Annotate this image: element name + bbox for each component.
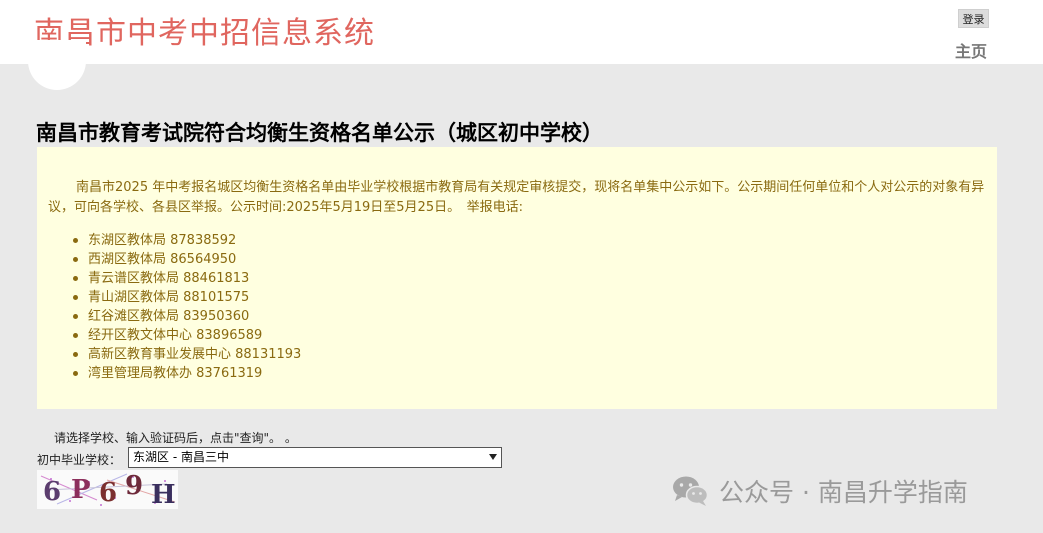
- school-select[interactable]: 东湖区 - 南昌三中: [128, 447, 502, 468]
- page-title: 南昌市教育考试院符合均衡生资格名单公示（城区初中学校）: [36, 121, 603, 145]
- phone-entry: 西湖区教体局 86564950: [88, 252, 237, 267]
- watermark-text: 公众号 · 南昌升学指南: [719, 478, 968, 507]
- login-button[interactable]: 登录: [958, 9, 989, 28]
- phone-entry: 东湖区教体局 87838592: [88, 233, 237, 248]
- captcha-image[interactable]: 6 P 6 9 H: [37, 470, 178, 509]
- list-item: 经开区教文体中心 83896589: [73, 326, 301, 345]
- chevron-down-icon: [489, 454, 497, 460]
- bullet-icon: [73, 314, 78, 319]
- watermark: 公众号 · 南昌升学指南: [671, 473, 968, 509]
- phone-entry: 湾里管理局教体办 83761319: [88, 366, 263, 381]
- phone-entry: 青云谱区教体局 88461813: [88, 271, 250, 286]
- bullet-icon: [73, 352, 78, 357]
- bullet-icon: [73, 371, 78, 376]
- bullet-icon: [73, 295, 78, 300]
- phone-entry: 高新区教育事业发展中心 88131193: [88, 347, 302, 362]
- wechat-icon: [673, 476, 709, 506]
- list-item: 高新区教育事业发展中心 88131193: [73, 345, 302, 364]
- list-item: 东湖区教体局 87838592: [73, 231, 301, 250]
- form-instructions: 请选择学校、输入验证码后，点击"查询"。 。: [54, 431, 297, 445]
- home-link[interactable]: 主页: [955, 38, 987, 62]
- captcha-char: 6: [43, 477, 61, 507]
- school-select-value: 东湖区 - 南昌三中: [133, 450, 229, 464]
- bullet-icon: [73, 257, 78, 262]
- captcha-char: H: [151, 480, 176, 509]
- phone-entry: 经开区教文体中心 83896589: [88, 328, 263, 343]
- notice-paragraph: 南昌市2025 年中考报名城区均衡生资格名单由毕业学校根据市教育局有关规定审核提…: [48, 180, 985, 215]
- phone-list: 东湖区教体局 87838592 西湖区教体局 86564950 青云谱区教体局 …: [73, 231, 302, 383]
- phone-entry: 红谷滩区教体局 83950360: [88, 309, 250, 324]
- notice-box: 南昌市2025 年中考报名城区均衡生资格名单由毕业学校根据市教育局有关规定审核提…: [37, 147, 997, 409]
- list-item: 红谷滩区教体局 83950360: [73, 307, 301, 326]
- captcha-char: 6: [99, 478, 117, 508]
- list-item: 湾里管理局教体办 83761319: [73, 364, 301, 383]
- header-decoration: [28, 40, 86, 90]
- list-item: 西湖区教体局 86564950: [73, 250, 301, 269]
- site-header: 南昌市中考中招信息系统 登录 主页: [0, 0, 1043, 64]
- bullet-icon: [73, 276, 78, 281]
- captcha-char: P: [71, 475, 91, 505]
- list-item: 青云谱区教体局 88461813: [73, 269, 301, 288]
- phone-entry: 青山湖区教体局 88101575: [88, 290, 250, 305]
- bullet-icon: [73, 238, 78, 243]
- captcha-char: 9: [125, 471, 143, 501]
- school-label: 初中毕业学校：: [37, 453, 122, 467]
- captcha-graphic: 6 P 6 9 H: [40, 471, 176, 509]
- list-item: 青山湖区教体局 88101575: [73, 288, 301, 307]
- bullet-icon: [73, 333, 78, 338]
